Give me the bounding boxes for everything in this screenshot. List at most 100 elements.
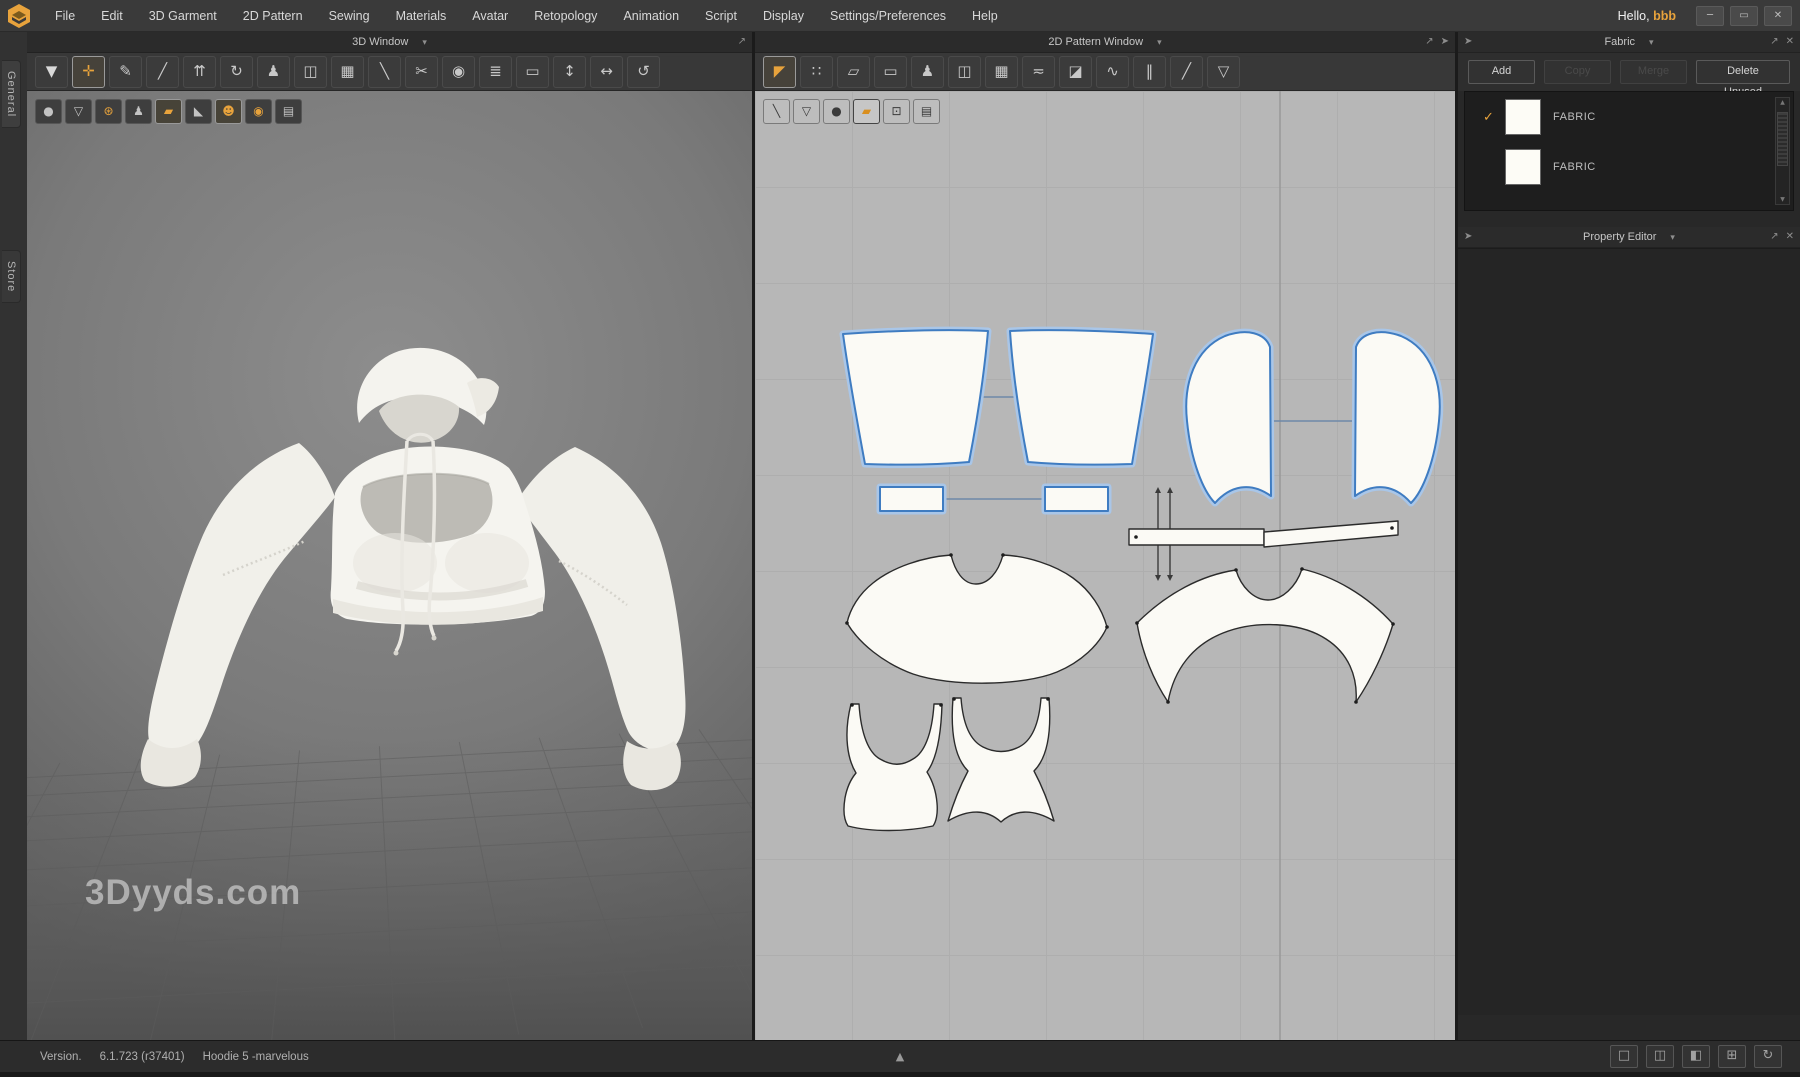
- show-avatar-head-icon[interactable]: ☻: [215, 99, 242, 124]
- pin-pattern-icon[interactable]: ▽: [793, 99, 820, 124]
- select-brush-icon[interactable]: ✎: [109, 56, 142, 88]
- pin-tool-icon[interactable]: ╱: [146, 56, 179, 88]
- 2d-window-title[interactable]: 2D Pattern Window▾: [755, 36, 1455, 48]
- sewing-2d-icon[interactable]: ◫: [948, 56, 981, 88]
- measure-tool-icon[interactable]: ╲: [368, 56, 401, 88]
- shirt-cursor-icon[interactable]: ◪: [1059, 56, 1092, 88]
- transform-pattern-icon[interactable]: ◤: [763, 56, 796, 88]
- 2d-pattern-viewport[interactable]: ╲ ▽ ● ▰ ⊡ ▤: [755, 91, 1455, 1041]
- show-fabric-icon[interactable]: ▰: [155, 99, 182, 124]
- flatten-2d-icon[interactable]: ≂: [1022, 56, 1055, 88]
- close-button[interactable]: ✕: [1764, 6, 1792, 26]
- fabric-swatch[interactable]: [1505, 149, 1541, 185]
- avatar-pattern-icon[interactable]: ♟: [911, 56, 944, 88]
- grid-tool-icon[interactable]: ▦: [331, 56, 364, 88]
- delete-unused-button[interactable]: Delete Unused: [1696, 60, 1790, 84]
- menu-edit[interactable]: Edit: [88, 0, 136, 32]
- zipper-tool-icon[interactable]: ≣: [479, 56, 512, 88]
- walk-tool-icon[interactable]: ↺: [627, 56, 660, 88]
- avatar-tool-icon[interactable]: ♟: [257, 56, 290, 88]
- grid-2d-icon[interactable]: ▦: [985, 56, 1018, 88]
- fabric-buttons: Add Copy Merge Delete Unused: [1458, 53, 1800, 91]
- arrangement-icon[interactable]: ⇈: [183, 56, 216, 88]
- menu-materials[interactable]: Materials: [383, 0, 460, 32]
- show-gizmo-icon[interactable]: ⊛: [95, 99, 122, 124]
- show-button-icon[interactable]: ◉: [245, 99, 272, 124]
- sewing-tool-icon[interactable]: ◫: [294, 56, 327, 88]
- menu-sewing[interactable]: Sewing: [316, 0, 383, 32]
- popout-icon[interactable]: ↗: [738, 32, 746, 52]
- layout-reset-icon[interactable]: ↻: [1754, 1045, 1782, 1068]
- scrollbar-thumb[interactable]: [1777, 112, 1788, 166]
- steam-tool-icon[interactable]: ◉: [442, 56, 475, 88]
- minimize-button[interactable]: ─: [1696, 6, 1724, 26]
- show-pattern-icon[interactable]: ◣: [185, 99, 212, 124]
- 3d-viewport[interactable]: ● ▽ ⊛ ♟ ▰ ◣ ☻ ◉ ▤: [27, 91, 752, 1041]
- scissors-tool-icon[interactable]: ✂: [405, 56, 438, 88]
- menu-3d-garment[interactable]: 3D Garment: [136, 0, 230, 32]
- add-fabric-button[interactable]: Add: [1468, 60, 1535, 84]
- needle-tool-icon[interactable]: ╲: [763, 99, 790, 124]
- show-avatar-icon[interactable]: ♟: [125, 99, 152, 124]
- sidebar-tab-general[interactable]: General: [2, 60, 21, 128]
- sidebar-tab-store[interactable]: Store: [2, 250, 21, 303]
- menu-display[interactable]: Display: [750, 0, 817, 32]
- pleats-tool-icon[interactable]: ‖: [1133, 56, 1166, 88]
- fabric-scrollbar[interactable]: ▲ ▼: [1775, 97, 1790, 205]
- reset-arrangement-icon[interactable]: ↻: [220, 56, 253, 88]
- scroll-up-icon[interactable]: ▲: [1776, 98, 1789, 107]
- layout-two-pane-icon[interactable]: ◫: [1646, 1045, 1674, 1068]
- edit-pattern-icon[interactable]: ∷: [800, 56, 833, 88]
- chevron-down-icon[interactable]: ▾: [422, 38, 427, 48]
- chevron-down-icon[interactable]: ▾: [1649, 38, 1654, 48]
- tack-tool-icon[interactable]: ↕: [553, 56, 586, 88]
- lock-pattern-icon[interactable]: ⊡: [883, 99, 910, 124]
- show-info-icon[interactable]: ●: [823, 99, 850, 124]
- menu-help[interactable]: Help: [959, 0, 1011, 32]
- notch-tool-icon[interactable]: ∿: [1096, 56, 1129, 88]
- popout-icon[interactable]: ↗: [1770, 227, 1778, 247]
- show-3d-garment-icon[interactable]: ●: [35, 99, 62, 124]
- fabric-list-item[interactable]: FABRIC: [1465, 142, 1793, 192]
- fabric-panel-title[interactable]: Fabric▾: [1458, 36, 1800, 48]
- render-2d-icon[interactable]: ▤: [913, 99, 940, 124]
- layout-three-pane-icon[interactable]: ◧: [1682, 1045, 1710, 1068]
- layout-four-pane-icon[interactable]: ⊞: [1718, 1045, 1746, 1068]
- show-garment-icon[interactable]: ▽: [65, 99, 92, 124]
- layout-single-icon[interactable]: □: [1610, 1045, 1638, 1068]
- popout-icon[interactable]: ↗: [1770, 32, 1778, 52]
- rectangle-tool-icon[interactable]: ▭: [874, 56, 907, 88]
- fabric-swatch[interactable]: [1505, 99, 1541, 135]
- 3d-window-title[interactable]: 3D Window▾: [27, 36, 752, 48]
- menu-animation[interactable]: Animation: [610, 0, 692, 32]
- dock-pin-icon[interactable]: ➤: [1464, 32, 1472, 52]
- expand-timeline-button[interactable]: ▲: [896, 1050, 904, 1063]
- restore-button[interactable]: ▭: [1730, 6, 1758, 26]
- property-editor-title[interactable]: Property Editor▾: [1458, 231, 1800, 243]
- menu-script[interactable]: Script: [692, 0, 750, 32]
- menu-2d-pattern[interactable]: 2D Pattern: [230, 0, 316, 32]
- fabric-name: FABRIC: [1553, 111, 1596, 123]
- dock-pin-icon[interactable]: ➤: [1441, 32, 1449, 52]
- dock-pin-icon[interactable]: ➤: [1464, 227, 1472, 247]
- simulate-icon[interactable]: ▼: [35, 56, 68, 88]
- scroll-down-icon[interactable]: ▼: [1776, 195, 1789, 204]
- flatten-tool-icon[interactable]: ▭: [516, 56, 549, 88]
- menu-avatar[interactable]: Avatar: [459, 0, 521, 32]
- smooth-tool-icon[interactable]: ↔: [590, 56, 623, 88]
- texture-shirt-icon[interactable]: ▽: [1207, 56, 1240, 88]
- menu-file[interactable]: File: [42, 0, 88, 32]
- show-fabric-2d-icon[interactable]: ▰: [853, 99, 880, 124]
- select-move-icon[interactable]: ✛: [72, 56, 105, 88]
- close-icon[interactable]: ✕: [1786, 227, 1794, 247]
- fabric-list-item[interactable]: ✓ FABRIC: [1465, 92, 1793, 142]
- popout-icon[interactable]: ↗: [1425, 32, 1433, 52]
- menu-settings-preferences[interactable]: Settings/Preferences: [817, 0, 959, 32]
- render-3d-icon[interactable]: ▤: [275, 99, 302, 124]
- close-icon[interactable]: ✕: [1786, 32, 1794, 52]
- chevron-down-icon[interactable]: ▾: [1157, 38, 1162, 48]
- chevron-down-icon[interactable]: ▾: [1670, 233, 1675, 243]
- pen-tool-icon[interactable]: ╱: [1170, 56, 1203, 88]
- polygon-tool-icon[interactable]: ▱: [837, 56, 870, 88]
- menu-retopology[interactable]: Retopology: [521, 0, 610, 32]
